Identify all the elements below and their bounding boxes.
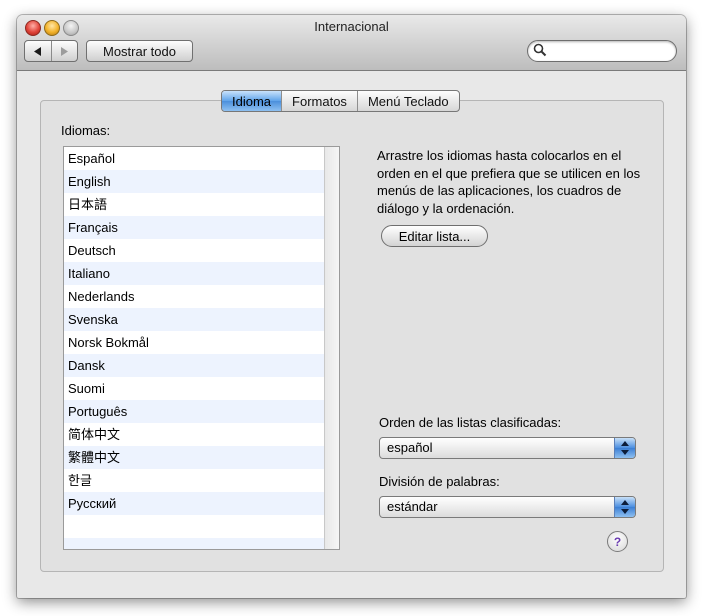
language-row[interactable]: Svenska (64, 308, 324, 331)
preferences-window: Internacional Mostrar todo Idioma Format… (17, 15, 686, 598)
language-row[interactable]: Suomi (64, 377, 324, 400)
show-all-button[interactable]: Mostrar todo (86, 40, 193, 62)
triangle-left-icon (33, 46, 41, 56)
window-title: Internacional (314, 19, 389, 34)
sort-order-popup[interactable]: español (379, 437, 636, 459)
empty-row (64, 538, 324, 549)
word-break-value: estándar (387, 499, 438, 514)
sort-order-label: Orden de las listas clasificadas: (379, 415, 562, 430)
back-button[interactable] (25, 41, 52, 61)
search-input[interactable] (550, 42, 672, 60)
popup-arrows-icon (614, 438, 635, 458)
language-row[interactable]: Español (64, 147, 324, 170)
search-icon (533, 43, 547, 57)
triangle-right-icon (61, 46, 69, 56)
language-row[interactable]: Italiano (64, 262, 324, 285)
language-row[interactable]: Deutsch (64, 239, 324, 262)
language-row[interactable]: Русский (64, 492, 324, 515)
sort-order-value: español (387, 440, 433, 455)
language-row[interactable]: 简体中文 (64, 423, 324, 446)
popup-arrows-icon (614, 497, 635, 517)
forward-button[interactable] (52, 41, 78, 61)
tab-bar: Idioma Formatos Menú Teclado (221, 90, 460, 112)
empty-row (64, 515, 324, 538)
language-hint-text: Arrastre los idiomas hasta colocarlos en… (377, 148, 641, 216)
tab-formatos[interactable]: Formatos (282, 91, 358, 111)
language-row[interactable]: Nederlands (64, 285, 324, 308)
languages-list[interactable]: Español English 日本語 Français Deutsch Ita… (63, 146, 340, 550)
word-break-popup[interactable]: estándar (379, 496, 636, 518)
help-button[interactable]: ? (607, 531, 628, 552)
language-row[interactable]: Dansk (64, 354, 324, 377)
navigation-segment (24, 40, 78, 62)
language-row[interactable]: English (64, 170, 324, 193)
languages-label: Idiomas: (61, 123, 111, 138)
language-row[interactable]: 日本語 (64, 193, 324, 216)
language-row[interactable]: Português (64, 400, 324, 423)
language-row[interactable]: 繁體中文 (64, 446, 324, 469)
language-row[interactable]: 한글 (64, 469, 324, 492)
titlebar: Internacional Mostrar todo (17, 15, 686, 71)
search-field[interactable] (527, 40, 677, 62)
tab-idioma[interactable]: Idioma (222, 91, 283, 111)
word-break-label: División de palabras: (379, 474, 500, 489)
language-row[interactable]: Norsk Bokmål (64, 331, 324, 354)
language-row[interactable]: Français (64, 216, 324, 239)
list-scrollbar-track[interactable] (324, 147, 339, 549)
tab-menu-teclado[interactable]: Menú Teclado (358, 91, 459, 111)
edit-list-button[interactable]: Editar lista... (381, 225, 488, 247)
